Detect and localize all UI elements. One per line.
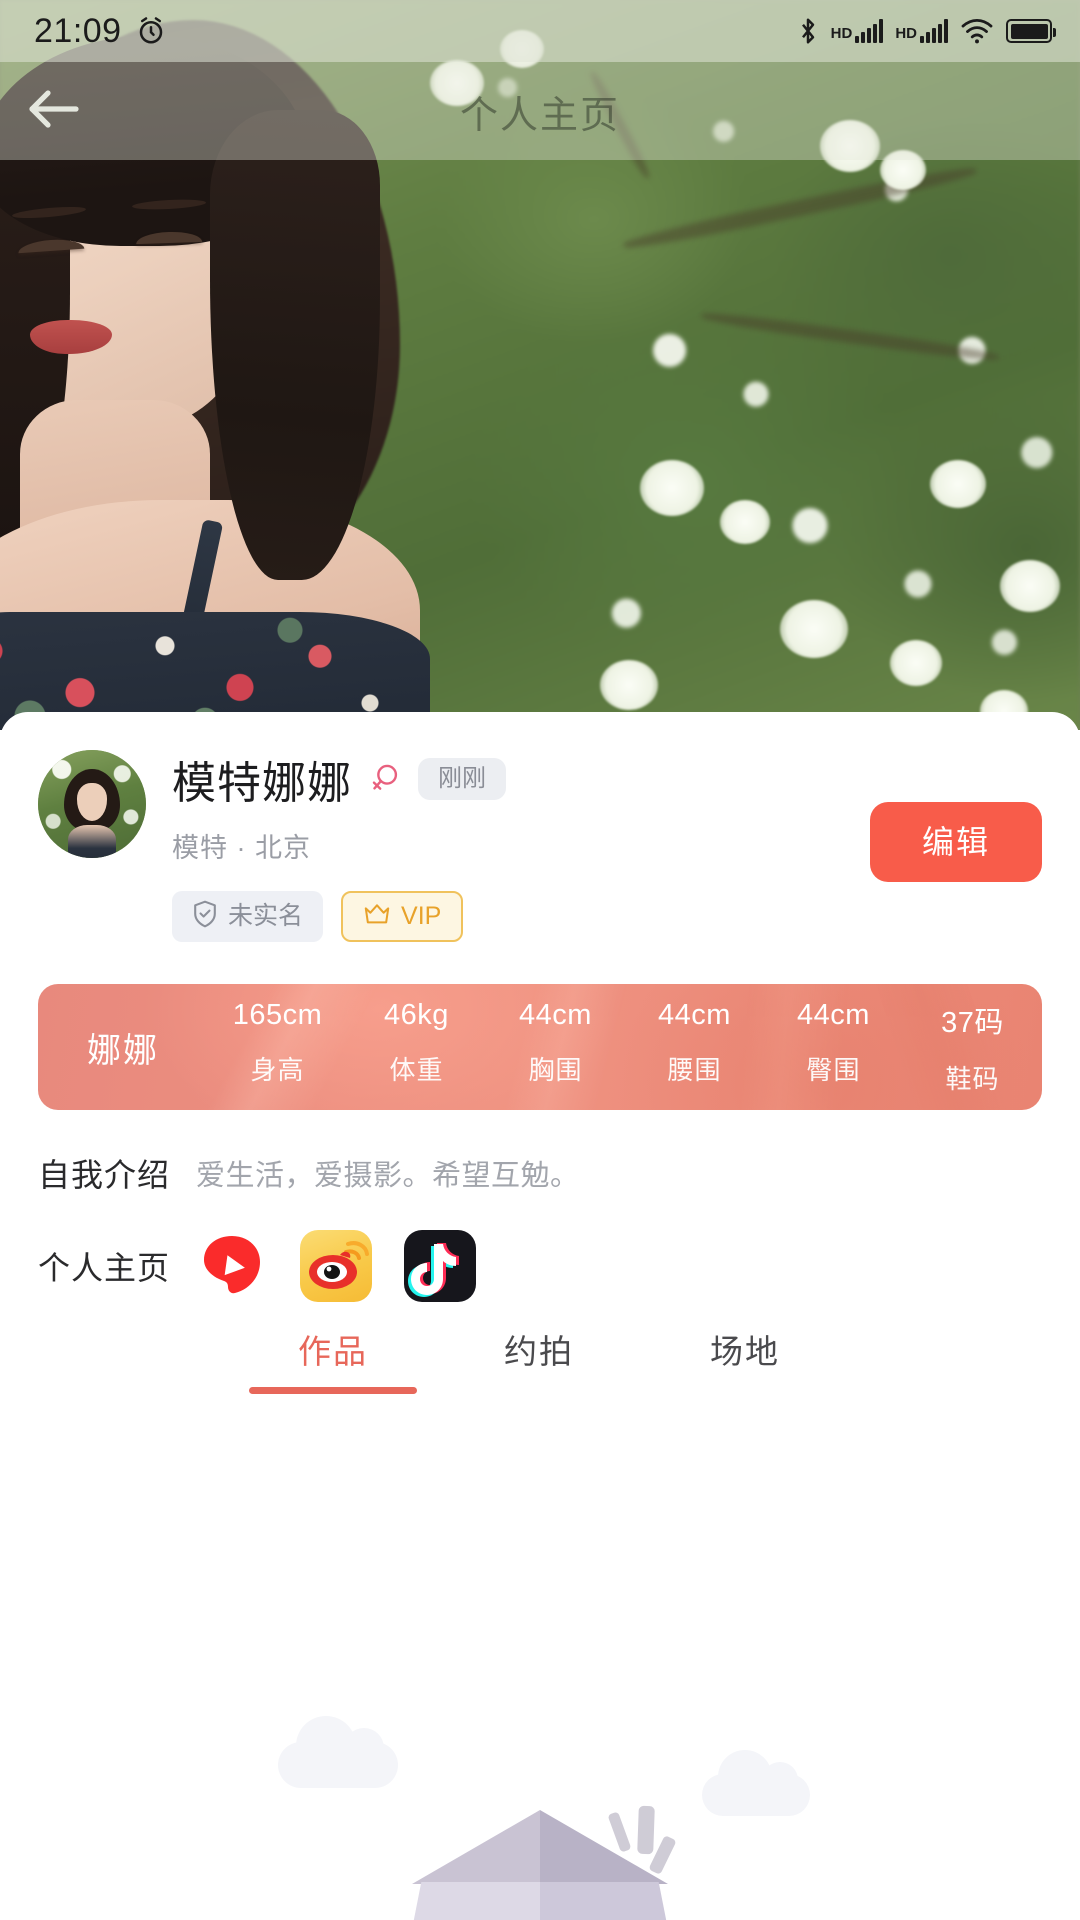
content-tabs: 作品 约拍 场地 [0,1290,1080,1408]
measurement-value: 46kg [384,998,449,1031]
open-box-icon [400,1805,680,1920]
hd-label-sim2: HD [895,25,917,42]
badge-label-vip: VIP [401,902,442,930]
measurements-items: 165cm 身高 46kg 体重 44cm 胸围 44cm 腰围 44cm 臀围… [208,999,1042,1096]
status-badge-vip[interactable]: VIP [341,891,464,942]
signal-icon-sim1: HD [831,19,884,43]
weibo-icon[interactable] [300,1230,373,1302]
avatar-image [38,750,146,858]
measurement-item: 37码 鞋码 [903,999,1042,1096]
measurement-value: 44cm [658,998,731,1031]
self-intro-label: 自我介绍 [38,1157,171,1193]
homepage-links-row: 个人主页 [0,1230,1080,1302]
measurement-label: 腰围 [667,1054,722,1085]
cloud-icon [278,1716,398,1788]
self-intro-row: 自我介绍 爱生活，爱摄影。希望互勉。 [0,1150,1080,1196]
cloud-icon [702,1750,810,1816]
measurement-label: 身高 [250,1054,305,1085]
status-bar-right: HD HD [797,16,1056,46]
measurement-value: 44cm [797,998,870,1031]
profile-screen: 21:09 HD HD 个人主页 模特娜娜 刚刚 模特 · 北京 未实名 VIP… [0,0,1080,1920]
homepage-links-label: 个人主页 [38,1250,171,1286]
measurement-value: 44cm [519,998,592,1031]
measurement-label: 体重 [389,1054,444,1085]
avatar[interactable] [38,750,146,858]
homepage-links-icons [196,1230,477,1302]
measurement-item: 165cm 身高 [208,999,347,1096]
tab-booking[interactable]: 约拍 [436,1290,642,1408]
status-bar-left: 21:09 [34,12,166,51]
shield-check-icon [192,900,218,933]
profile-header-row: 模特娜娜 刚刚 模特 · 北京 未实名 VIP 编辑 [0,750,1080,942]
bluetooth-icon [797,16,819,46]
measurement-item: 46kg 体重 [347,999,486,1096]
measurement-label: 臀围 [806,1054,861,1085]
measurement-item: 44cm 胸围 [486,999,625,1096]
status-time: 21:09 [34,11,122,50]
battery-full-icon [1006,19,1056,43]
empty-state [0,1408,1080,1920]
profile-card: 模特娜娜 刚刚 模特 · 北京 未实名 VIP 编辑 娜娜 165cm 身高 4… [0,712,1080,1302]
female-gender-icon [370,762,400,796]
douyin-icon[interactable] [404,1230,477,1302]
nav-bar: 个人主页 [0,62,1080,160]
measurements-nickname: 娜娜 [87,1031,159,1070]
measurement-label: 鞋码 [945,1063,1000,1094]
self-intro-text: 爱生活，爱摄影。希望互勉。 [196,1160,580,1192]
tab-venue[interactable]: 场地 [642,1290,848,1408]
crown-icon [363,902,391,931]
hd-label-sim1: HD [830,25,853,42]
last-active-badge: 刚刚 [418,758,506,800]
empty-box-illustration [260,1716,820,1920]
measurement-item: 44cm 腰围 [625,999,764,1096]
user-name: 模特娜娜 [172,759,352,808]
measurement-item: 44cm 臀围 [764,999,903,1096]
measurements-bar[interactable]: 娜娜 165cm 身高 46kg 体重 44cm 胸围 44cm 腰围 44cm… [38,984,1042,1110]
badge-row: 未实名 VIP [172,891,1042,942]
measurement-value: 165cm [232,998,323,1031]
badge-label-unverified: 未实名 [228,902,304,930]
page-title: 个人主页 [459,94,620,137]
status-bar: 21:09 HD HD [0,0,1080,62]
tab-works[interactable]: 作品 [230,1290,436,1408]
measurement-value: 37码 [941,1006,1004,1039]
signal-icon-sim2: HD [895,19,948,43]
wifi-icon [960,17,994,45]
edit-profile-button[interactable]: 编辑 [869,802,1042,882]
status-badge-unverified[interactable]: 未实名 [172,891,324,942]
measurement-label: 胸围 [528,1054,583,1085]
red-play-bubble-icon[interactable] [196,1230,268,1302]
name-row: 模特娜娜 刚刚 [172,750,1042,808]
alarm-clock-icon [136,16,166,46]
